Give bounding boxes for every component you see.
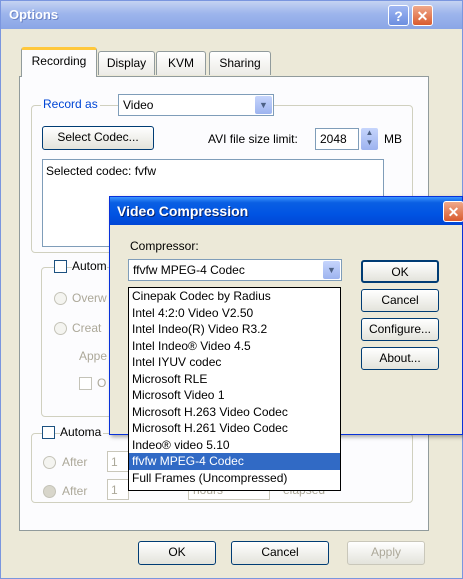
compressor-option[interactable]: Indeo® video 5.10 xyxy=(129,437,340,454)
compressor-option[interactable]: ffvfw MPEG-4 Codec xyxy=(129,453,340,470)
compressor-option[interactable]: Intel IYUV codec xyxy=(129,354,340,371)
radio-create[interactable] xyxy=(54,322,67,335)
close-icon: ✕ xyxy=(416,8,429,24)
options-ok-button[interactable]: OK xyxy=(138,541,216,565)
vc-cancel-button[interactable]: Cancel xyxy=(361,289,439,312)
avi-limit-spinner[interactable]: ▲ ▼ xyxy=(361,128,378,150)
chevron-down-icon: ▼ xyxy=(323,261,340,279)
auto-group-1-label: Autom xyxy=(72,259,107,273)
select-codec-button[interactable]: Select Codec... xyxy=(42,126,154,150)
vc-ok-button[interactable]: OK xyxy=(361,260,439,283)
tab-sharing[interactable]: Sharing xyxy=(209,51,271,75)
radio-create-label: Creat xyxy=(72,321,102,335)
record-as-select[interactable]: Video ▼ xyxy=(118,94,274,116)
vc-close-button[interactable]: ✕ xyxy=(443,201,463,222)
record-as-label: Record as xyxy=(41,97,100,111)
tab-recording-label: Recording xyxy=(31,54,87,68)
partial-check-label: O xyxy=(97,376,107,390)
selected-codec-text: Selected codec: fvfw xyxy=(46,164,157,178)
help-button[interactable]: ? xyxy=(388,5,409,26)
compressor-option[interactable]: Full Frames (Uncompressed) xyxy=(129,470,340,487)
compressor-value: ffvfw MPEG-4 Codec xyxy=(133,263,245,277)
after-value-2: 1 xyxy=(111,483,118,497)
about-button[interactable]: About... xyxy=(361,347,439,370)
after-value-1: 1 xyxy=(111,455,118,469)
append-checkbox[interactable] xyxy=(79,377,92,390)
options-cancel-button[interactable]: Cancel xyxy=(231,541,329,565)
compressor-option[interactable]: Microsoft Video 1 xyxy=(129,387,340,404)
avi-limit-label: AVI file size limit: xyxy=(208,132,298,146)
after-label-1: After xyxy=(62,455,88,469)
record-as-value: Video xyxy=(123,98,154,112)
tab-kvm[interactable]: KVM xyxy=(156,51,206,75)
close-icon: ✕ xyxy=(447,204,460,220)
compressor-label: Compressor: xyxy=(130,239,199,253)
after-input-1[interactable]: 1 xyxy=(107,451,129,472)
auto-group-1-checkbox[interactable] xyxy=(54,260,67,273)
tab-kvm-label: KVM xyxy=(167,56,194,70)
after-label-2: After xyxy=(62,484,88,498)
options-close-button[interactable]: ✕ xyxy=(412,5,433,26)
append-label: Appe xyxy=(79,349,108,363)
auto-group-2-label: Automa xyxy=(60,425,104,439)
apply-button[interactable]: Apply xyxy=(347,541,425,565)
radio-after-1[interactable] xyxy=(43,456,56,469)
after-input-2[interactable]: 1 xyxy=(107,479,129,500)
compressor-option[interactable]: Microsoft H.263 Video Codec xyxy=(129,404,340,421)
compressor-select[interactable]: ffvfw MPEG-4 Codec ▼ xyxy=(128,259,342,281)
compressor-dropdown-list: Cinepak Codec by Radius Intel 4:2:0 Video… xyxy=(128,287,341,491)
auto-group-2-checkbox[interactable] xyxy=(42,426,55,439)
tab-recording[interactable]: Recording xyxy=(21,47,97,77)
tab-display-label: Display xyxy=(106,56,147,70)
vc-title: Video Compression xyxy=(117,203,249,219)
radio-after-2[interactable] xyxy=(43,485,56,498)
avi-limit-value: 2048 xyxy=(320,132,347,146)
tab-sharing-label: Sharing xyxy=(219,56,261,70)
avi-limit-unit: MB xyxy=(384,132,402,146)
radio-overwrite-label: Overw xyxy=(72,291,107,305)
compressor-option[interactable]: Microsoft RLE xyxy=(129,371,340,388)
tab-display[interactable]: Display xyxy=(98,51,155,75)
options-title-bar[interactable]: Options ? ✕ xyxy=(1,1,462,29)
compressor-option[interactable]: Intel Indeo® Video 4.5 xyxy=(129,338,340,355)
chevron-down-icon: ▼ xyxy=(255,96,272,114)
compressor-option[interactable]: Microsoft H.261 Video Codec xyxy=(129,420,340,437)
compressor-option[interactable]: Intel Indeo(R) Video R3.2 xyxy=(129,321,340,338)
help-icon: ? xyxy=(394,8,403,24)
auto-group-1 xyxy=(41,267,117,417)
vc-title-bar[interactable]: Video Compression xyxy=(110,197,462,225)
configure-button[interactable]: Configure... xyxy=(361,318,439,341)
compressor-option[interactable]: Cinepak Codec by Radius xyxy=(129,288,340,305)
compressor-option[interactable]: Intel 4:2:0 Video V2.50 xyxy=(129,305,340,322)
options-title: Options xyxy=(9,7,59,22)
avi-limit-input[interactable]: 2048 xyxy=(315,128,359,150)
radio-overwrite[interactable] xyxy=(54,292,67,305)
